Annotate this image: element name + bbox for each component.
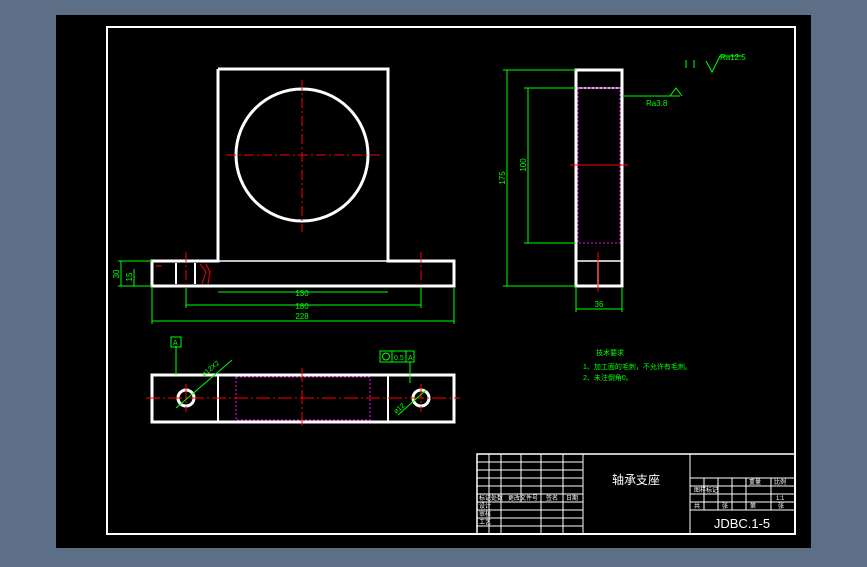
dim-180: 180	[295, 302, 309, 311]
dim-36: 36	[595, 300, 604, 309]
tb-row-label-3: 审核	[479, 510, 491, 518]
dim-15: 15	[125, 272, 134, 281]
tb-col-label-1: 处数	[491, 494, 503, 502]
tb-sheet-4: 张	[778, 502, 784, 510]
roughness-bore-label: Ra3.8	[646, 99, 668, 108]
tb-col-label-3: 签名	[546, 494, 558, 502]
tech-req-title: 技术要求	[596, 348, 624, 357]
dim-130: 130	[295, 289, 309, 298]
dim-175: 175	[498, 171, 507, 185]
tb-scale: 1:1	[776, 496, 785, 502]
drawing-sheet	[56, 15, 811, 548]
tb-right-label-2: 重量	[749, 478, 761, 486]
dim-30: 30	[112, 269, 121, 278]
tb-sheet-1: 共	[694, 502, 700, 510]
tb-sheet-3: 第	[750, 502, 756, 510]
tb-row-label-4: 工艺	[479, 518, 491, 526]
tb-col-label-2: 更改文件号	[508, 494, 538, 502]
tb-sheet-2: 张	[722, 502, 728, 510]
roughness-general-label: Ra12.5	[720, 53, 746, 62]
cad-viewport[interactable]: 130 180 228 30 15 175 100 36 Ra12.5 Ra3.…	[0, 0, 867, 562]
position-datum-label: A	[408, 355, 413, 362]
engineering-drawing: 130 180 228 30 15 175 100 36 Ra12.5 Ra3.…	[56, 15, 811, 548]
tb-row-label-2: 设计	[479, 502, 491, 510]
tech-req-line-1: 1、加工面的毛刺，不允许有毛刺。	[583, 362, 692, 371]
tech-req-line-2: 2、未注倒角0。	[583, 373, 633, 382]
datum-a-label: A	[173, 340, 178, 347]
drawing-number: JDBC.1-5	[714, 516, 770, 531]
position-tolerance-value: 0.5	[394, 355, 404, 362]
tb-right-label-3: 比例	[774, 478, 786, 486]
tb-right-label-1: 图样标记	[694, 486, 718, 494]
tb-col-label-4: 日期	[566, 494, 578, 502]
dim-100: 100	[519, 158, 528, 172]
dim-228: 228	[295, 312, 309, 321]
part-name: 轴承支座	[612, 472, 660, 487]
tb-row-label-1: 标记	[479, 494, 491, 502]
